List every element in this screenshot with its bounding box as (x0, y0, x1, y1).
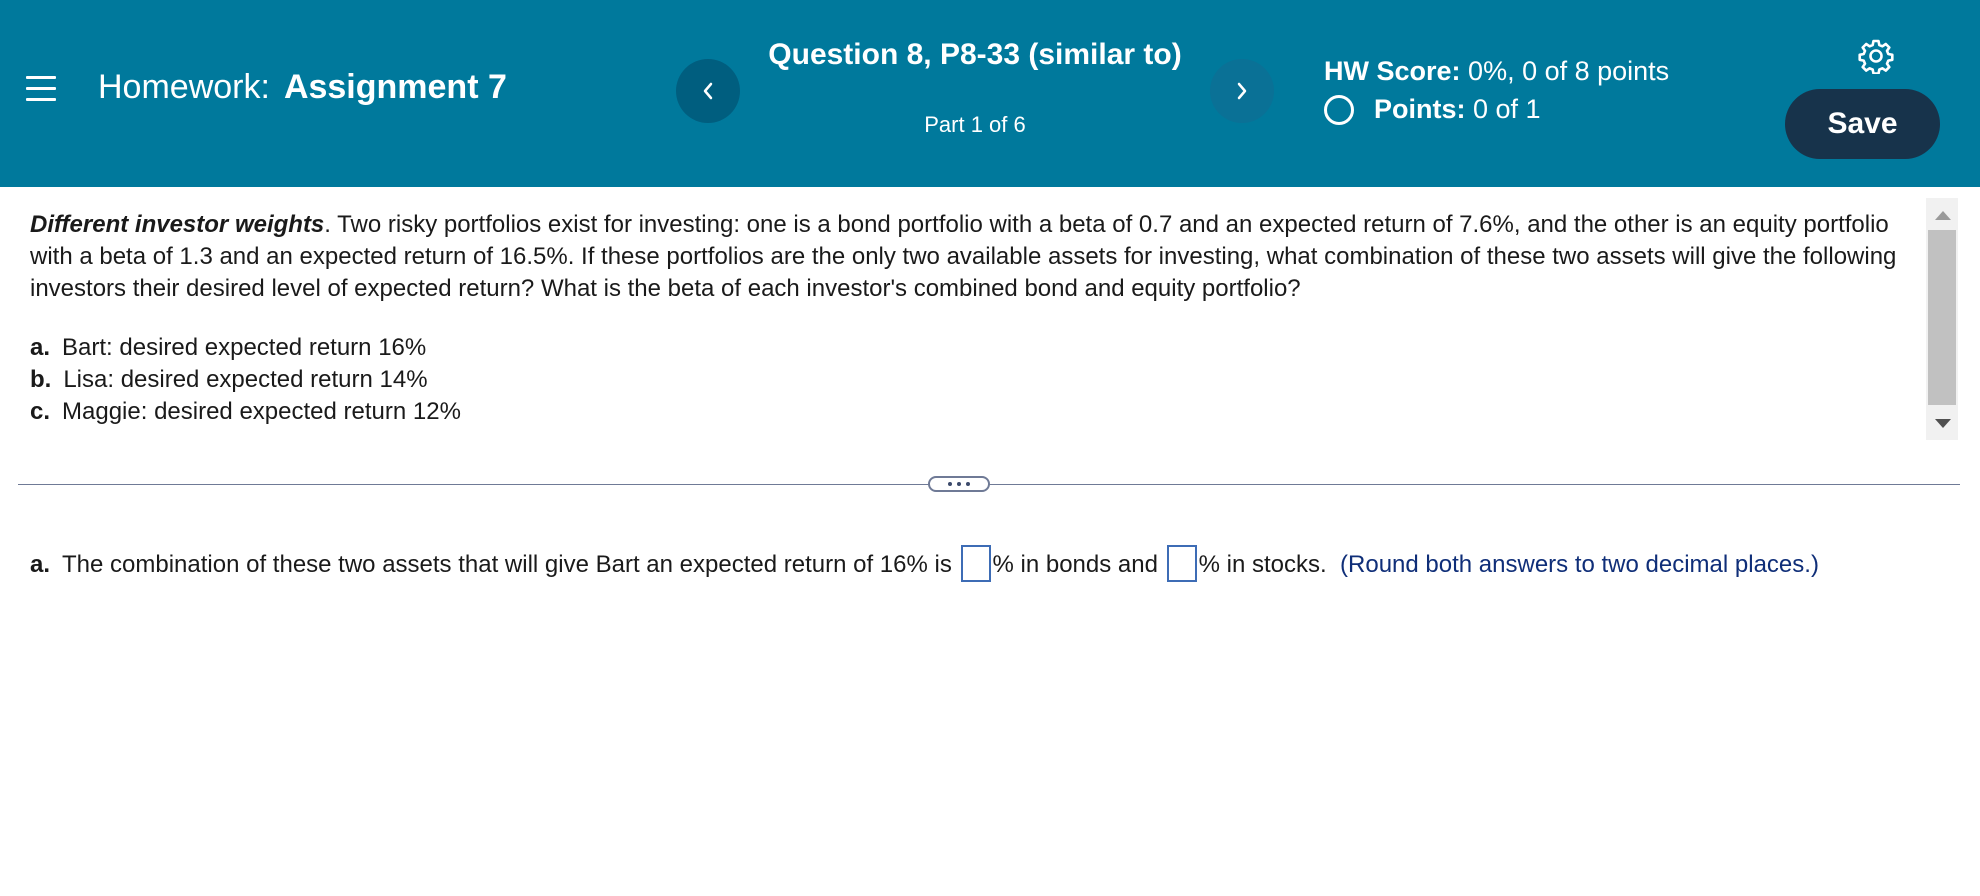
dot-icon (966, 482, 970, 486)
answer-text-middle: % in bonds and (992, 551, 1158, 578)
scroll-down-arrow-icon[interactable] (1935, 419, 1951, 428)
chevron-left-icon (703, 82, 713, 100)
points-value: 0 of 1 (1473, 94, 1541, 124)
points-label: Points: (1374, 94, 1466, 124)
dot-icon (948, 482, 952, 486)
list-item: c. Maggie: desired expected return 12% (30, 396, 461, 428)
answer-label: a. (30, 551, 51, 578)
menu-icon[interactable] (26, 76, 56, 102)
scroll-up-arrow-icon[interactable] (1935, 211, 1951, 220)
hw-score-value: 0%, 0 of 8 points (1468, 56, 1670, 86)
homework-prefix: Homework: (98, 68, 270, 106)
gear-icon[interactable] (1858, 38, 1894, 74)
top-bar: Homework: Assignment 7 Question 8, P8-33 … (0, 0, 1980, 187)
part-text: Bart: desired expected return 16% (62, 334, 427, 361)
status-circle-icon (1324, 94, 1354, 125)
previous-question-button[interactable] (676, 59, 740, 123)
stocks-percent-input[interactable] (1166, 545, 1197, 582)
part-text: Lisa: desired expected return 14% (63, 366, 428, 393)
rounding-hint: (Round both answers to two decimal place… (1340, 551, 1819, 578)
part-label: c. (30, 398, 51, 425)
next-question-button[interactable] (1210, 59, 1274, 123)
part-label: a. (30, 334, 51, 361)
answer-text-after: % in stocks. (1198, 551, 1327, 578)
part-label: b. (30, 366, 52, 393)
homework-title: Homework: Assignment 7 (98, 68, 507, 107)
list-item: a. Bart: desired expected return 16% (30, 332, 461, 364)
points: Points: 0 of 1 (1324, 94, 1541, 125)
question-title: Question 8, P8-33 (similar to) (768, 38, 1182, 71)
save-button[interactable]: Save (1785, 89, 1940, 159)
answer-area: a. The combination of these two assets th… (30, 545, 1910, 585)
assignment-name: Assignment 7 (283, 68, 507, 106)
hw-score: HW Score: 0%, 0 of 8 points (1324, 56, 1669, 87)
question-lead: Different investor weights (30, 211, 325, 238)
list-item: b. Lisa: desired expected return 14% (30, 364, 461, 396)
answer-text-before: The combination of these two assets that… (62, 551, 952, 578)
dot-icon (957, 482, 961, 486)
scrollbar-thumb[interactable] (1928, 230, 1956, 405)
part-text: Maggie: desired expected return 12% (62, 398, 461, 425)
question-text: Different investor weights. Two risky po… (30, 209, 1910, 305)
hw-score-label: HW Score: (1324, 56, 1461, 86)
question-parts-list: a. Bart: desired expected return 16% b. Li… (30, 332, 461, 428)
divider-handle[interactable] (928, 476, 990, 492)
question-part: Part 1 of 6 (924, 112, 1026, 137)
chevron-right-icon (1237, 82, 1247, 100)
bonds-percent-input[interactable] (960, 545, 991, 582)
